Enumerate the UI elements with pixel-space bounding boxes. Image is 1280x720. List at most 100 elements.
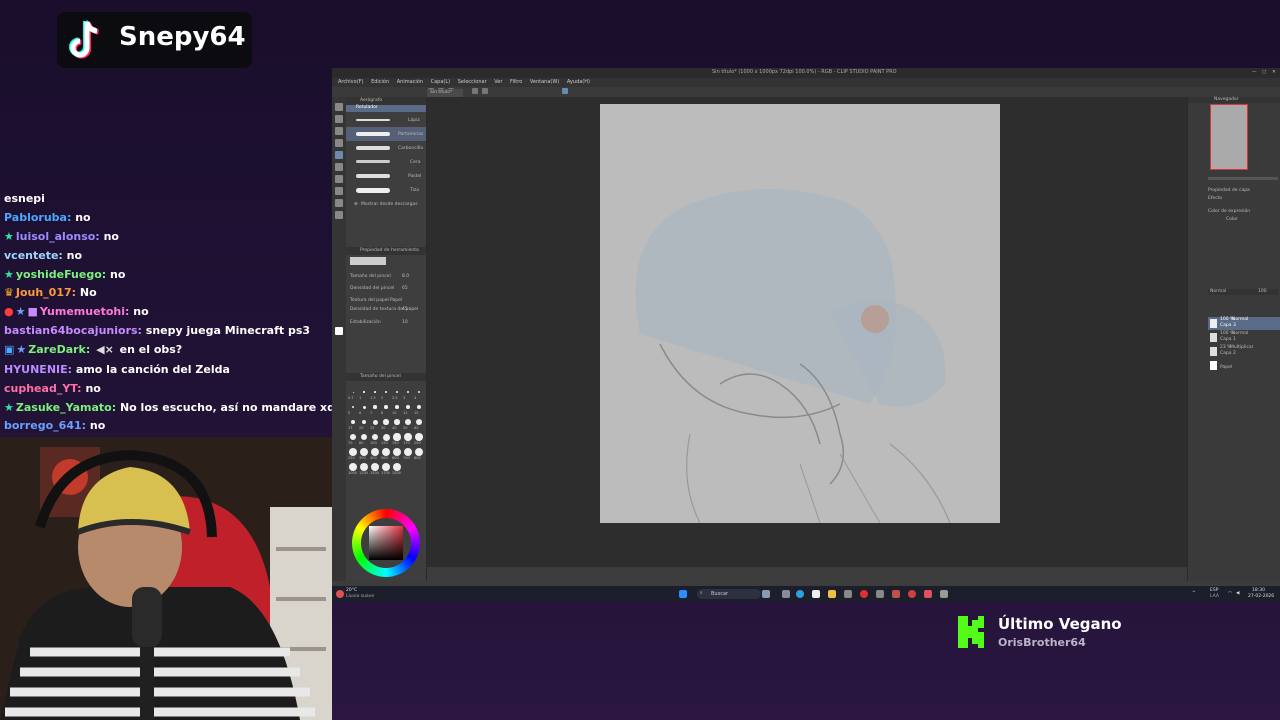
layer-row[interactable]: 100 % Normal Capa 3 bbox=[1208, 317, 1280, 330]
main-color-icon[interactable] bbox=[335, 327, 343, 335]
color-wheel[interactable] bbox=[352, 509, 420, 577]
brush-size-option[interactable]: 250 bbox=[348, 447, 358, 461]
brush-size-option[interactable]: 400 bbox=[370, 447, 380, 461]
app-icon[interactable] bbox=[844, 590, 852, 598]
brush-size-option[interactable]: 2 bbox=[381, 387, 391, 401]
brush-size-option[interactable]: 700 bbox=[403, 447, 413, 461]
subtool-group-tab[interactable]: Rotulador bbox=[346, 105, 426, 112]
menu-archivo[interactable]: Archivo(F) bbox=[338, 79, 363, 85]
menu-ayuda[interactable]: Ayuda(H) bbox=[567, 79, 590, 85]
expression-color-value[interactable]: Color bbox=[1226, 217, 1238, 222]
menu-animacion[interactable]: Animación bbox=[397, 79, 423, 85]
brush-size-option[interactable]: 50 bbox=[403, 417, 413, 431]
brush-item-portaminas[interactable]: Portaminas bbox=[346, 127, 426, 141]
layer-row[interactable]: 23 % Multiplicar Capa 2 bbox=[1208, 345, 1280, 358]
navigator-preview[interactable] bbox=[1210, 104, 1248, 170]
gradient-tool-icon[interactable] bbox=[335, 199, 343, 207]
brush-size-option[interactable]: 8 bbox=[381, 402, 391, 416]
brush-size-option[interactable]: 1700 bbox=[381, 462, 391, 476]
canvas-paper[interactable] bbox=[600, 104, 1000, 524]
brush-size-option[interactable]: 2000 bbox=[392, 462, 402, 476]
brush-size-option[interactable]: 300 bbox=[359, 447, 369, 461]
volume-icon[interactable]: ◀ bbox=[1236, 591, 1239, 596]
widgets-icon[interactable] bbox=[782, 590, 790, 598]
select-tool-icon[interactable] bbox=[335, 127, 343, 135]
brush-size-option[interactable]: 17 bbox=[348, 417, 358, 431]
brush-item-carboncillo[interactable]: Carboncillo bbox=[346, 141, 426, 155]
brush-size-option[interactable]: 15 bbox=[414, 402, 424, 416]
brush-size-option[interactable]: 100 bbox=[370, 432, 380, 446]
menu-ver[interactable]: Ver bbox=[494, 79, 502, 85]
brush-size-option[interactable]: 800 bbox=[414, 447, 424, 461]
app2-icon[interactable] bbox=[876, 590, 884, 598]
brush-size-option[interactable]: 120 bbox=[381, 432, 391, 446]
chrome-icon[interactable] bbox=[908, 590, 916, 598]
weather-temp[interactable]: 20°C bbox=[346, 588, 357, 593]
blend-mode-select[interactable]: Normal bbox=[1210, 289, 1226, 294]
brush-size-option[interactable]: 2.5 bbox=[392, 387, 402, 401]
maximize-icon[interactable]: ▢ bbox=[1262, 70, 1266, 75]
layer-opacity[interactable]: 100 bbox=[1258, 289, 1267, 294]
brush-size-option[interactable]: 0.7 bbox=[348, 387, 358, 401]
menu-filtro[interactable]: Filtro bbox=[510, 79, 522, 85]
brush-size-option[interactable]: 20 bbox=[359, 417, 369, 431]
brush-size-option[interactable]: 60 bbox=[414, 417, 424, 431]
language-indicator[interactable]: ESP bbox=[1210, 588, 1218, 593]
close-icon[interactable]: ✕ bbox=[1272, 70, 1276, 75]
move-tool-icon[interactable] bbox=[335, 115, 343, 123]
undo-icon[interactable] bbox=[472, 88, 478, 94]
brush-size-option[interactable]: 150 bbox=[392, 432, 402, 446]
property-row[interactable]: Densidad del pincel 65 bbox=[346, 284, 426, 294]
brush-size-option[interactable]: 30 bbox=[381, 417, 391, 431]
brush-size-option[interactable]: 7 bbox=[370, 402, 380, 416]
brush-size-option[interactable]: 170 bbox=[403, 432, 413, 446]
brush-size-option[interactable]: 70 bbox=[348, 432, 358, 446]
menu-seleccionar[interactable]: Seleccionar bbox=[458, 79, 487, 85]
csp-taskbar-icon[interactable] bbox=[924, 590, 932, 598]
brush-size-option[interactable]: 1.5 bbox=[370, 387, 380, 401]
brush-size-option[interactable]: 5 bbox=[348, 402, 358, 416]
brush-size-option[interactable]: 12 bbox=[403, 402, 413, 416]
task-view-icon[interactable] bbox=[762, 590, 770, 598]
brush-item-tiza[interactable]: Tiza bbox=[346, 183, 426, 197]
menu-edicion[interactable]: Edición bbox=[371, 79, 389, 85]
edge-icon[interactable] bbox=[796, 590, 804, 598]
brush-item-pastel[interactable]: Pastel bbox=[346, 169, 426, 183]
property-row[interactable]: Estabilización 10 bbox=[346, 318, 426, 328]
eraser-tool-icon[interactable] bbox=[335, 175, 343, 183]
clock-time[interactable]: 18:30 bbox=[1252, 588, 1265, 593]
pen-tool-icon[interactable] bbox=[335, 151, 343, 159]
redo-icon[interactable] bbox=[482, 88, 488, 94]
selection-icon[interactable] bbox=[562, 88, 568, 94]
property-row[interactable]: Tamaño del pincel 8.0 bbox=[346, 272, 426, 282]
brush-size-option[interactable]: 10 bbox=[392, 402, 402, 416]
app3-icon[interactable] bbox=[892, 590, 900, 598]
brush-tool-icon[interactable] bbox=[335, 163, 343, 171]
download-button[interactable]: ⊕ Mostrar desde descargas bbox=[354, 201, 418, 208]
brush-size-option[interactable]: 4 bbox=[414, 387, 424, 401]
weather-icon[interactable] bbox=[336, 590, 344, 598]
layer-row[interactable]: 100 % Normal Capa 1 bbox=[1208, 331, 1280, 344]
color-square[interactable] bbox=[369, 526, 403, 560]
explorer-icon[interactable] bbox=[828, 590, 836, 598]
brush-size-option[interactable]: 80 bbox=[359, 432, 369, 446]
brush-size-option[interactable]: 40 bbox=[392, 417, 402, 431]
minimize-icon[interactable]: — bbox=[1252, 70, 1257, 75]
window-titlebar[interactable]: Sin título* (1000 x 1000px 72dpi 100.0%)… bbox=[332, 68, 1280, 78]
wifi-icon[interactable]: ◠ bbox=[1228, 591, 1232, 596]
menu-ventana[interactable]: Ventana(W) bbox=[530, 79, 559, 85]
clock-date[interactable]: 27-02-2026 bbox=[1248, 594, 1274, 599]
brush-size-option[interactable]: 1500 bbox=[370, 462, 380, 476]
brush-size-option[interactable]: 1200 bbox=[359, 462, 369, 476]
brush-size-option[interactable]: 3 bbox=[403, 387, 413, 401]
property-row[interactable]: Densidad de textura del papel 45 bbox=[346, 305, 426, 315]
brush-size-option[interactable]: 25 bbox=[370, 417, 380, 431]
menu-capa[interactable]: Capa(L) bbox=[431, 79, 450, 85]
document-tab[interactable]: Sin título* bbox=[427, 89, 463, 97]
discord-icon[interactable] bbox=[940, 590, 948, 598]
taskbar-search[interactable]: Buscar bbox=[697, 589, 761, 599]
eyedropper-tool-icon[interactable] bbox=[335, 139, 343, 147]
brush-size-option[interactable]: 1000 bbox=[348, 462, 358, 476]
brush-size-option[interactable]: 6 bbox=[359, 402, 369, 416]
text-tool-icon[interactable] bbox=[335, 211, 343, 219]
